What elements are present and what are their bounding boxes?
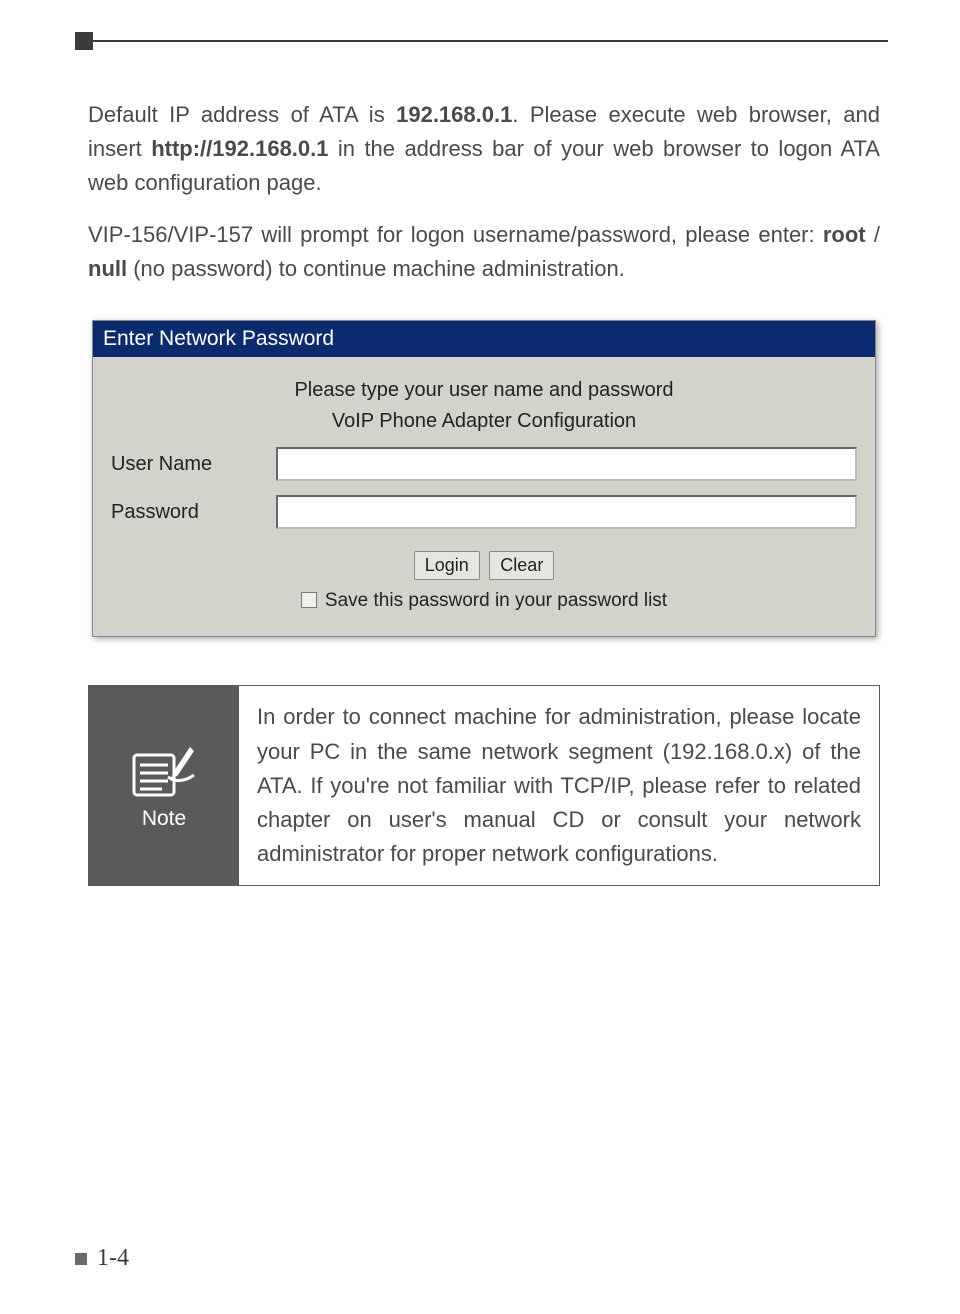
login-button[interactable]: Login <box>414 551 480 580</box>
username-label: User Name <box>111 453 276 476</box>
password-row: Password <box>111 495 857 529</box>
page-footer: 1-4 <box>75 1245 129 1272</box>
header-square-icon <box>75 32 93 50</box>
dialog-buttons: Login Clear <box>111 551 857 580</box>
cred-user: root <box>823 222 866 247</box>
cred-pass: null <box>88 256 127 281</box>
header-rule <box>75 40 888 42</box>
text: / <box>866 222 880 247</box>
note-badge: Note <box>89 686 239 884</box>
save-password-row: Save this password in your password list <box>111 590 857 612</box>
username-input[interactable] <box>276 447 857 481</box>
footer-square-icon <box>75 1253 87 1265</box>
dialog-body: Please type your user name and password … <box>93 357 875 636</box>
page-number: 1-4 <box>97 1245 129 1272</box>
dialog-instruction: Please type your user name and password <box>111 379 857 402</box>
paragraph-2: VIP-156/VIP-157 will prompt for logon us… <box>88 218 880 286</box>
dialog-subtitle: VoIP Phone Adapter Configuration <box>111 410 857 433</box>
page-content: Default IP address of ATA is 192.168.0.1… <box>88 98 880 886</box>
login-dialog: Enter Network Password Please type your … <box>92 320 876 637</box>
paragraph-1: Default IP address of ATA is 192.168.0.1… <box>88 98 880 200</box>
text: (no password) to continue machine admini… <box>127 256 625 281</box>
note-write-icon <box>128 741 200 799</box>
clear-button[interactable]: Clear <box>489 551 554 580</box>
note-label: Note <box>142 807 186 831</box>
logon-url: http://192.168.0.1 <box>151 136 328 161</box>
save-password-checkbox[interactable] <box>301 592 317 608</box>
note-text: In order to connect machine for administ… <box>239 686 879 884</box>
password-input[interactable] <box>276 495 857 529</box>
note-block: Note In order to connect machine for adm… <box>88 685 880 885</box>
text: VIP-156/VIP-157 will prompt for logon us… <box>88 222 823 247</box>
save-password-label: Save this password in your password list <box>325 590 667 611</box>
username-row: User Name <box>111 447 857 481</box>
text: Default IP address of ATA is <box>88 102 396 127</box>
default-ip: 192.168.0.1 <box>396 102 512 127</box>
password-label: Password <box>111 501 276 524</box>
dialog-title: Enter Network Password <box>93 321 875 357</box>
